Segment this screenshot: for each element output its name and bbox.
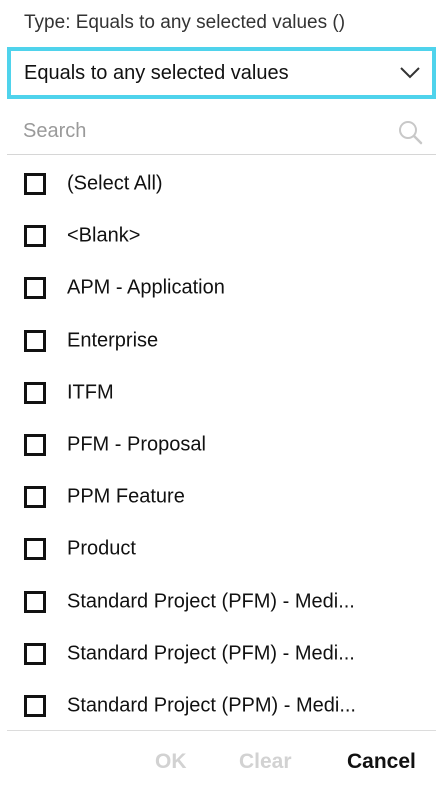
list-item[interactable]: PPM Feature bbox=[0, 471, 443, 523]
list-item[interactable]: Standard Project (PPM) - Medi... bbox=[0, 680, 443, 732]
cancel-button[interactable]: Cancel bbox=[347, 750, 416, 774]
checkbox[interactable] bbox=[24, 486, 46, 509]
checkbox[interactable] bbox=[24, 173, 46, 196]
list-item[interactable]: ITFM bbox=[0, 367, 443, 419]
checkbox[interactable] bbox=[24, 538, 46, 561]
checkbox[interactable] bbox=[24, 694, 46, 717]
footer-divider bbox=[7, 730, 436, 731]
list-item-select-all[interactable]: (Select All) bbox=[0, 158, 443, 210]
checkbox[interactable] bbox=[24, 381, 46, 404]
ok-button[interactable]: OK bbox=[155, 750, 187, 774]
list-item[interactable]: Standard Project (PFM) - Medi... bbox=[0, 576, 443, 628]
search-row bbox=[7, 109, 436, 155]
list-item-label: ITFM bbox=[67, 381, 114, 404]
checkbox[interactable] bbox=[24, 329, 46, 352]
checkbox[interactable] bbox=[24, 590, 46, 613]
list-item-label: PFM - Proposal bbox=[67, 433, 206, 456]
footer-actions: OK Clear Cancel bbox=[0, 740, 443, 788]
list-item-label: Standard Project (PFM) - Medi... bbox=[67, 590, 355, 613]
list-item-label: Enterprise bbox=[67, 329, 159, 352]
checkbox[interactable] bbox=[24, 434, 46, 457]
filter-type-select-value: Equals to any selected values bbox=[24, 61, 289, 84]
list-item[interactable]: Product bbox=[0, 523, 443, 575]
filter-type-label: Type: Equals to any selected values () bbox=[24, 12, 346, 33]
list-item[interactable]: Standard Project (PFM) - Medi... bbox=[0, 628, 443, 680]
list-item-label: Standard Project (PFM) - Medi... bbox=[67, 642, 355, 665]
list-item-label: APM - Application bbox=[67, 276, 225, 299]
checkbox[interactable] bbox=[24, 225, 46, 248]
filter-panel: Type: Equals to any selected values () E… bbox=[0, 0, 443, 795]
search-input[interactable] bbox=[23, 117, 383, 145]
checkbox[interactable] bbox=[24, 642, 46, 665]
list-item-label: PPM Feature bbox=[67, 485, 185, 508]
list-item[interactable]: APM - Application bbox=[0, 262, 443, 314]
list-item-blank[interactable]: <Blank> bbox=[0, 210, 443, 262]
checkbox[interactable] bbox=[24, 277, 46, 300]
list-item-label: Product bbox=[67, 537, 136, 560]
list-item-label: (Select All) bbox=[67, 172, 163, 195]
values-list: (Select All) <Blank> APM - Application E… bbox=[0, 158, 443, 732]
search-icon[interactable] bbox=[397, 119, 423, 145]
clear-button[interactable]: Clear bbox=[239, 750, 292, 774]
list-item[interactable]: PFM - Proposal bbox=[0, 419, 443, 471]
chevron-down-icon[interactable] bbox=[398, 61, 422, 85]
filter-type-select[interactable]: Equals to any selected values bbox=[7, 47, 436, 99]
list-item-label: <Blank> bbox=[67, 224, 141, 247]
list-item-label: Standard Project (PPM) - Medi... bbox=[67, 694, 356, 717]
list-item[interactable]: Enterprise bbox=[0, 315, 443, 367]
